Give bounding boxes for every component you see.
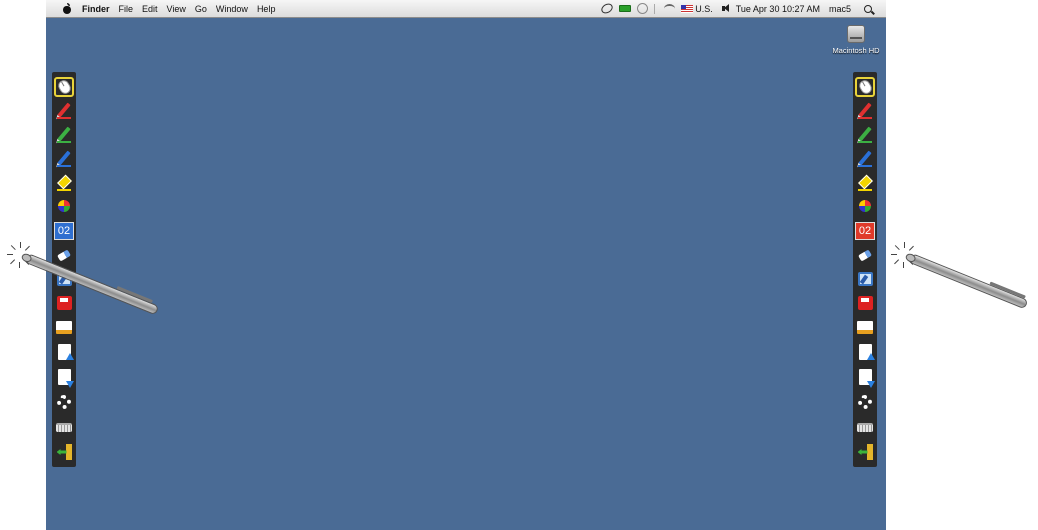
battery-icon[interactable] — [619, 5, 632, 12]
whiteboard-icon — [857, 320, 873, 334]
settings-button[interactable] — [54, 392, 74, 412]
eraser-button[interactable] — [54, 245, 74, 265]
exit-button[interactable] — [54, 442, 74, 462]
color-palette-button[interactable] — [855, 196, 875, 216]
hard-drive-icon[interactable] — [847, 25, 865, 43]
mouse-icon — [856, 78, 874, 96]
screen-capture-icon — [857, 272, 873, 286]
spotlight-search-icon[interactable] — [864, 4, 872, 13]
previous-page-button[interactable] — [54, 342, 74, 362]
gear-icon — [57, 395, 71, 409]
whiteboard-button[interactable] — [855, 317, 875, 337]
save-icon — [857, 296, 873, 310]
macintosh-hd-desktop-icon[interactable]: Macintosh HD — [826, 25, 886, 55]
keyboard-button[interactable] — [855, 417, 875, 437]
mouse-mode-button[interactable] — [54, 77, 74, 97]
pen-toolbar-right: 02 — [853, 72, 877, 467]
page-number-display: 02 — [855, 222, 875, 240]
whiteboard-button[interactable] — [54, 317, 74, 337]
menu-app-finder[interactable]: Finder — [82, 4, 110, 14]
color-palette-icon — [58, 200, 70, 212]
stylus-pen-icon — [904, 251, 1029, 310]
highlighter-icon — [56, 174, 72, 190]
menu-bar: Finder File Edit View Go Window Help U.S… — [46, 0, 886, 18]
volume-icon[interactable] — [721, 4, 730, 13]
status-area: U.S. Tue Apr 30 10:27 AM mac5 — [599, 1, 878, 16]
eraser-icon — [858, 248, 872, 262]
time-machine-icon[interactable] — [637, 3, 649, 14]
highlighter-button[interactable] — [54, 172, 74, 192]
us-flag-icon[interactable] — [681, 4, 694, 13]
previous-page-icon — [57, 344, 74, 360]
green-pen-button[interactable] — [54, 124, 74, 144]
red-pen-icon — [57, 102, 71, 118]
green-pen-icon — [57, 126, 71, 142]
menu-help[interactable]: Help — [257, 4, 276, 14]
next-page-icon — [858, 369, 875, 388]
eraser-icon — [57, 248, 71, 262]
menu-edit[interactable]: Edit — [142, 4, 158, 14]
blue-pen-icon — [57, 150, 71, 166]
blue-pen-icon — [858, 150, 872, 166]
next-page-button[interactable] — [855, 367, 875, 388]
blue-pen-button[interactable] — [855, 148, 875, 168]
keyboard-button[interactable] — [54, 417, 74, 437]
mouse-icon — [55, 78, 73, 96]
mouse-mode-button[interactable] — [855, 77, 875, 97]
whiteboard-icon — [56, 320, 72, 334]
pen-status-icon[interactable] — [599, 1, 615, 16]
highlighter-icon — [857, 174, 873, 190]
settings-button[interactable] — [855, 392, 875, 412]
wifi-icon[interactable] — [664, 4, 676, 13]
menu-go[interactable]: Go — [195, 4, 207, 14]
red-pen-button[interactable] — [54, 100, 74, 120]
exit-icon — [57, 444, 72, 460]
page-number-button[interactable]: 02 — [54, 221, 74, 241]
exit-button[interactable] — [855, 442, 875, 462]
macintosh-hd-label[interactable]: Macintosh HD — [826, 46, 886, 55]
menu-file[interactable]: File — [119, 4, 134, 14]
green-pen-button[interactable] — [855, 124, 875, 144]
user-name[interactable]: mac5 — [829, 4, 851, 14]
previous-page-icon — [858, 344, 875, 360]
menu-window[interactable]: Window — [216, 4, 248, 14]
color-palette-button[interactable] — [54, 196, 74, 216]
next-page-button[interactable] — [54, 367, 74, 388]
menu-view[interactable]: View — [167, 4, 186, 14]
screen-capture-button[interactable] — [855, 269, 875, 289]
green-pen-icon — [858, 126, 872, 142]
apple-menu-icon[interactable] — [62, 3, 72, 14]
page-number-button[interactable]: 02 — [855, 221, 875, 241]
input-source-label[interactable]: U.S. — [695, 4, 713, 14]
menu-clock[interactable]: Tue Apr 30 10:27 AM — [736, 4, 820, 14]
page-number-display: 02 — [54, 222, 74, 240]
red-pen-icon — [858, 102, 872, 118]
keyboard-icon — [857, 422, 873, 432]
highlighter-button[interactable] — [855, 172, 875, 192]
next-page-icon — [57, 369, 74, 388]
desktop[interactable]: Finder File Edit View Go Window Help U.S… — [46, 0, 886, 530]
save-icon — [56, 296, 72, 310]
blue-pen-button[interactable] — [54, 148, 74, 168]
save-button[interactable] — [54, 293, 74, 313]
color-palette-icon — [859, 200, 871, 212]
keyboard-icon — [56, 422, 72, 432]
gear-icon — [858, 395, 872, 409]
save-button[interactable] — [855, 293, 875, 313]
bluetooth-icon[interactable] — [654, 3, 658, 14]
red-pen-button[interactable] — [855, 100, 875, 120]
previous-page-button[interactable] — [855, 342, 875, 362]
exit-icon — [858, 444, 873, 460]
eraser-button[interactable] — [855, 245, 875, 265]
